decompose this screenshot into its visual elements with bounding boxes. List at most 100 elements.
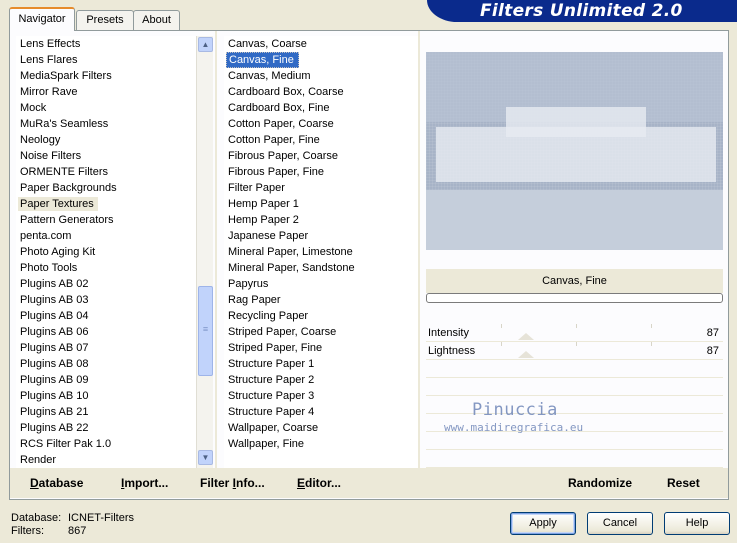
category-item-label: Mock <box>20 102 47 114</box>
filter-item[interactable]: Structure Paper 2 <box>224 372 418 388</box>
filter-item[interactable]: Hemp Paper 2 <box>224 212 418 228</box>
category-item-label: RCS Filter Pak 1.0 <box>20 438 112 450</box>
banner-title: Filters Unlimited 2.0 <box>480 1 683 21</box>
help-button[interactable]: Help <box>664 512 730 535</box>
import-button[interactable]: Import... <box>121 476 168 490</box>
category-item[interactable]: Paper Backgrounds <box>16 180 196 196</box>
category-item[interactable]: Plugins AB 07 <box>16 340 196 356</box>
filter-item[interactable]: Striped Paper, Fine <box>224 340 418 356</box>
filter-item[interactable]: Mineral Paper, Sandstone <box>224 260 418 276</box>
filter-item[interactable]: Wallpaper, Coarse <box>224 420 418 436</box>
filter-item[interactable]: Filter Paper <box>224 180 418 196</box>
param-label: Intensity <box>428 327 469 339</box>
category-item[interactable]: Plugins AB 09 <box>16 372 196 388</box>
cancel-button[interactable]: Cancel <box>587 512 653 535</box>
filter-item[interactable]: Structure Paper 1 <box>224 356 418 372</box>
filter-item-label: Japanese Paper <box>228 230 309 242</box>
apply-button[interactable]: Apply <box>510 512 576 535</box>
tab-about[interactable]: About <box>133 10 180 30</box>
parameter-list: Intensity 87 Lightness 87 <box>426 324 723 486</box>
category-item[interactable]: Plugins AB 21 <box>16 404 196 420</box>
category-item[interactable]: penta.com <box>16 228 196 244</box>
category-item-label: Plugins AB 04 <box>20 310 89 322</box>
filter-item[interactable]: Cardboard Box, Coarse <box>224 84 418 100</box>
category-item[interactable]: Mirror Rave <box>16 84 196 100</box>
scroll-thumb[interactable]: ≡ <box>198 286 213 376</box>
filter-item-label: Wallpaper, Fine <box>228 438 305 450</box>
param-lightness[interactable]: Lightness 87 <box>426 342 723 360</box>
filter-info-button[interactable]: Filter Info... <box>200 476 265 490</box>
param-intensity[interactable]: Intensity 87 <box>426 324 723 342</box>
category-scrollbar[interactable]: ▲ ≡ ▼ <box>196 36 213 468</box>
scroll-down-button[interactable]: ▼ <box>198 450 213 465</box>
category-item[interactable]: MuRa's Seamless <box>16 116 196 132</box>
editor-button[interactable]: Editor... <box>297 476 341 490</box>
category-item[interactable]: Plugins AB 10 <box>16 388 196 404</box>
filter-item[interactable]: Striped Paper, Coarse <box>224 324 418 340</box>
filter-item[interactable]: Cotton Paper, Coarse <box>224 116 418 132</box>
reset-button[interactable]: Reset <box>667 476 700 490</box>
filter-list[interactable]: Canvas, Coarse Canvas, Fine Canvas, Medium… <box>224 36 418 468</box>
filter-item[interactable]: Mineral Paper, Limestone <box>224 244 418 260</box>
filter-item[interactable]: Papyrus <box>224 276 418 292</box>
category-item[interactable]: Lens Effects <box>16 36 196 52</box>
category-item[interactable]: Pattern Generators <box>16 212 196 228</box>
selected-filter-title: Canvas, Fine <box>426 269 723 293</box>
filter-item-label: Hemp Paper 1 <box>228 198 299 210</box>
filter-item-label: Cardboard Box, Coarse <box>228 86 344 98</box>
filter-item[interactable]: Wallpaper, Fine <box>224 436 418 452</box>
category-item[interactable]: Render <box>16 452 196 468</box>
status-value: ICNET-Filters <box>68 512 134 524</box>
category-item[interactable]: ORMENTE Filters <box>16 164 196 180</box>
category-item[interactable]: Plugins AB 02 <box>16 276 196 292</box>
tab-navigator[interactable]: Navigator <box>9 7 75 31</box>
filter-item[interactable]: Japanese Paper <box>224 228 418 244</box>
filter-item-label: Papyrus <box>228 278 269 290</box>
category-item-label: penta.com <box>20 230 72 242</box>
category-item[interactable]: Neology <box>16 132 196 148</box>
watermark-url: www.maidiregrafica.eu <box>444 421 584 434</box>
intensity-slider-thumb[interactable] <box>518 333 534 340</box>
category-item[interactable]: Photo Aging Kit <box>16 244 196 260</box>
filter-item[interactable]: Hemp Paper 1 <box>224 196 418 212</box>
filter-item[interactable]: Fibrous Paper, Fine <box>224 164 418 180</box>
status-database: Database: ICNET-Filters <box>11 512 134 524</box>
category-item[interactable]: Noise Filters <box>16 148 196 164</box>
database-button[interactable]: Database <box>30 476 83 490</box>
category-item[interactable]: Plugins AB 04 <box>16 308 196 324</box>
filter-item[interactable]: Structure Paper 3 <box>224 388 418 404</box>
filter-item[interactable]: Rag Paper <box>224 292 418 308</box>
category-item-label: Mirror Rave <box>20 86 78 98</box>
filter-item[interactable]: Fibrous Paper, Coarse <box>224 148 418 164</box>
category-list[interactable]: Lens Effects Lens Flares MediaSpark Filter… <box>16 36 196 468</box>
category-item[interactable]: RCS Filter Pak 1.0 <box>16 436 196 452</box>
filter-item[interactable]: Cardboard Box, Fine <box>224 100 418 116</box>
category-item[interactable]: MediaSpark Filters <box>16 68 196 84</box>
scroll-up-button[interactable]: ▲ <box>198 37 213 52</box>
filter-item-label: Structure Paper 4 <box>228 406 315 418</box>
param-value: 87 <box>706 345 719 357</box>
filter-item[interactable]: Structure Paper 4 <box>224 404 418 420</box>
category-item[interactable]: Plugins AB 06 <box>16 324 196 340</box>
category-item[interactable]: Photo Tools <box>16 260 196 276</box>
category-item[interactable]: Mock <box>16 100 196 116</box>
filter-item-label: Canvas, Fine <box>226 52 299 68</box>
filter-item-label: Cotton Paper, Coarse <box>228 118 334 130</box>
filter-item[interactable]: Canvas, Medium <box>224 68 418 84</box>
lightness-slider-thumb[interactable] <box>518 351 534 358</box>
filter-item[interactable]: Canvas, Fine <box>224 52 418 68</box>
category-item[interactable]: Plugins AB 08 <box>16 356 196 372</box>
randomize-button[interactable]: Randomize <box>568 476 632 490</box>
category-item[interactable]: Paper Textures <box>16 196 196 212</box>
filter-item[interactable]: Canvas, Coarse <box>224 36 418 52</box>
filter-item[interactable]: Cotton Paper, Fine <box>224 132 418 148</box>
filter-item-label: Cotton Paper, Fine <box>228 134 320 146</box>
category-item[interactable]: Plugins AB 22 <box>16 420 196 436</box>
tab-presets[interactable]: Presets <box>76 10 134 30</box>
filter-item[interactable]: Recycling Paper <box>224 308 418 324</box>
category-item[interactable]: Lens Flares <box>16 52 196 68</box>
category-item[interactable]: Plugins AB 03 <box>16 292 196 308</box>
filter-item-label: Structure Paper 2 <box>228 374 315 386</box>
category-item-label: Render <box>20 454 57 466</box>
category-item-label: MuRa's Seamless <box>20 118 109 130</box>
